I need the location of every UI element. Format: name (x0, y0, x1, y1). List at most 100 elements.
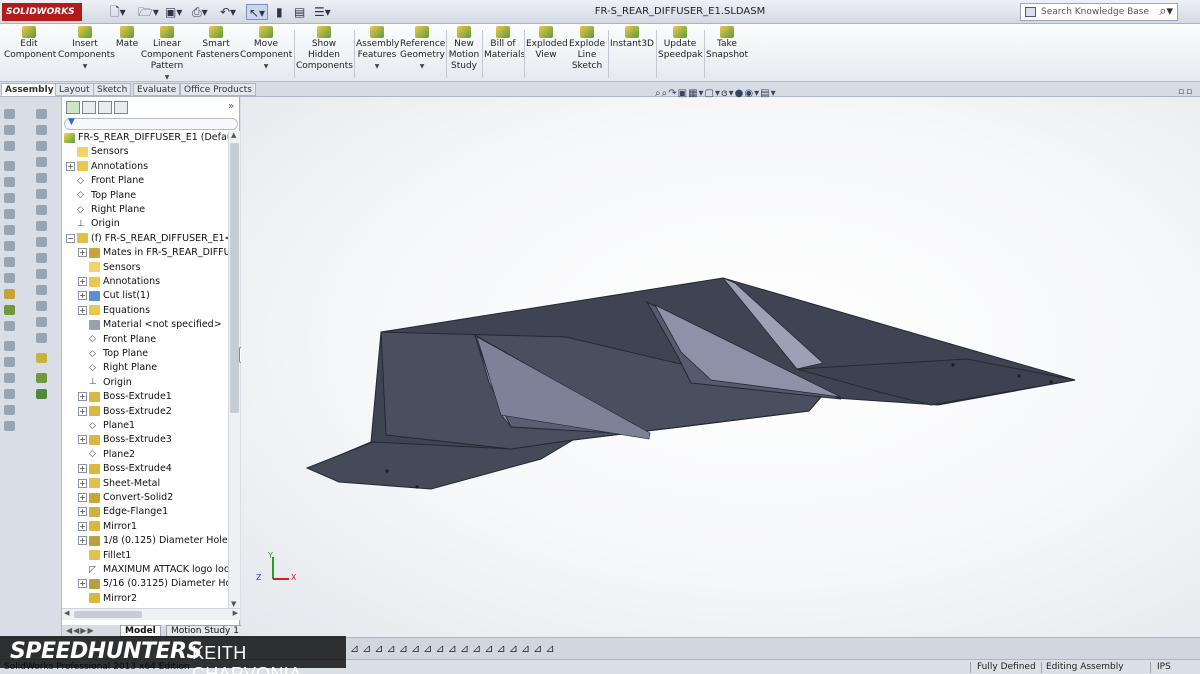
expand-icon[interactable]: + (78, 493, 87, 502)
tree-item[interactable]: + Boss-Extrude1 (78, 390, 172, 404)
tool-icon[interactable] (36, 317, 47, 327)
rebuild-icon[interactable]: ▮ (276, 4, 283, 20)
tool-icon[interactable] (36, 253, 47, 263)
tree-item[interactable]: ◇ Right Plane (66, 203, 145, 217)
options-icon[interactable]: ☰▾ (314, 4, 331, 20)
heads-up-view-toolbar[interactable]: ⌕⌕↷▣▦▾▢▾ɞ▾●◉▾▤▾ (655, 88, 777, 100)
configuration-tab-icon[interactable] (98, 101, 112, 114)
property-manager-tab-icon[interactable] (82, 101, 96, 114)
tree-item[interactable]: ◇ Top Plane (66, 189, 136, 203)
tree-horizontal-scrollbar[interactable]: ◀ ▶ (62, 608, 240, 620)
tool-icon[interactable] (36, 205, 47, 215)
tree-item[interactable]: ◇ Plane2 (78, 448, 135, 462)
sketch-tools-icon[interactable]: ⊿⊿⊿⊿⊿⊿⊿⊿⊿⊿⊿⊿⊿⊿⊿⊿⊿ (350, 642, 558, 655)
tool-icon[interactable] (4, 289, 15, 299)
tree-item[interactable]: + Equations (78, 304, 150, 318)
tool-icon[interactable] (36, 301, 47, 311)
assembly-features-button[interactable]: Assembly Features ▼ (356, 26, 399, 72)
tab-nav-arrows-icon[interactable]: ◀◀▶▶ (66, 626, 95, 635)
chevron-down-icon[interactable]: ▼ (58, 61, 112, 72)
tree-item[interactable]: + Convert-Solid2 (78, 491, 173, 505)
expand-icon[interactable]: + (78, 406, 87, 416)
instant3d-button[interactable]: Instant3D (610, 26, 654, 50)
tool-icon[interactable] (36, 373, 47, 383)
tool-icon[interactable] (4, 241, 15, 251)
save-icon[interactable]: ▣▾ (165, 4, 182, 20)
edit-appearance-icon[interactable]: ● (735, 88, 745, 99)
tool-icon[interactable] (36, 141, 47, 151)
tree-item[interactable]: + Cut list(1) (78, 289, 150, 303)
tree-item[interactable]: Fillet1 (78, 549, 131, 563)
tool-icon[interactable] (36, 189, 47, 199)
tool-icon[interactable] (4, 161, 15, 171)
tool-icon[interactable] (36, 389, 47, 399)
tab-assembly[interactable]: Assembly (1, 83, 58, 96)
tree-item[interactable]: +5/16 (0.3125) Diameter Hole (78, 577, 228, 591)
open-icon[interactable]: 🗁▾ (138, 4, 159, 20)
tool-icon[interactable] (4, 141, 15, 151)
insert-components-button[interactable]: Insert Components ▼ (58, 26, 115, 72)
tool-icon[interactable] (4, 209, 15, 219)
tree-item[interactable]: − (f) FR-S_REAR_DIFFUSER_E1<1> (66, 232, 228, 246)
chevron-down-icon[interactable]: ▼ (356, 61, 398, 72)
mate-button[interactable]: Mate (114, 26, 140, 50)
tool-icon[interactable] (36, 269, 47, 279)
move-component-button[interactable]: Move Component ▼ (240, 26, 292, 72)
tab-layout[interactable]: Layout (55, 83, 94, 96)
tree-item[interactable]: + Mirror1 (78, 520, 137, 534)
tool-icon[interactable] (4, 341, 15, 351)
search-icon[interactable]: ⌕▾ (1159, 4, 1173, 19)
expand-icon[interactable]: + (78, 536, 87, 546)
tree-item[interactable]: ⊥ Origin (66, 217, 120, 231)
expand-icon[interactable]: + (78, 291, 87, 301)
scroll-right-icon[interactable]: ▶ (233, 609, 238, 617)
tool-icon[interactable] (4, 405, 15, 415)
expand-icon[interactable]: + (78, 464, 87, 474)
section-view-icon[interactable]: ▣ (678, 88, 688, 99)
expand-icon[interactable]: + (78, 521, 87, 531)
tree-item[interactable]: + Mates in FR-S_REAR_DIFFUSE (78, 246, 228, 260)
graphics-area[interactable]: Y X Z (241, 97, 1200, 637)
tree-item[interactable]: ⊥ Origin (78, 376, 132, 390)
expand-icon[interactable]: + (78, 579, 87, 589)
tool-icon[interactable] (36, 237, 47, 247)
linear-pattern-button[interactable]: Linear Component Pattern ▼ (140, 26, 194, 83)
scroll-down-icon[interactable]: ▼ (231, 600, 236, 608)
tree-item[interactable]: ◇ Front Plane (78, 333, 156, 347)
tab-sketch[interactable]: Sketch (93, 83, 132, 96)
tree-item[interactable]: + Edge-Flange1 (78, 505, 168, 519)
expand-icon[interactable]: + (66, 161, 75, 171)
file-properties-icon[interactable]: ▤ (294, 4, 305, 20)
tree-item[interactable]: Material <not specified> (78, 318, 222, 332)
tool-icon[interactable] (4, 305, 15, 315)
tree-root[interactable]: FR-S_REAR_DIFFUSER_E1 (Default (64, 131, 228, 145)
chevron-down-icon[interactable]: ▼ (240, 61, 292, 72)
tree-item[interactable]: Mirror2 (78, 592, 137, 606)
update-speedpak-button[interactable]: Update Speedpak (658, 26, 703, 61)
tree-item[interactable]: + Annotations (66, 160, 148, 174)
chevron-down-icon[interactable]: ▼ (400, 61, 444, 72)
scroll-up-icon[interactable]: ▲ (231, 131, 236, 139)
expand-icon[interactable]: + (78, 277, 87, 286)
tool-icon[interactable] (4, 373, 15, 383)
tree-item[interactable]: ◸ MAXIMUM ATTACK logo loc (78, 563, 228, 577)
tool-icon[interactable] (4, 421, 15, 431)
tool-icon[interactable] (4, 357, 15, 367)
tree-item[interactable]: + Sheet-Metal (78, 477, 160, 491)
collapse-icon[interactable]: − (66, 233, 75, 243)
display-style-icon[interactable]: ▢▾ (705, 88, 721, 99)
tree-item[interactable]: + Boss-Extrude3 (78, 433, 172, 447)
explode-line-sketch-button[interactable]: Explode Line Sketch (568, 26, 606, 72)
tree-item[interactable]: ◇ Top Plane (78, 347, 148, 361)
undo-icon[interactable]: ↶▾ (220, 4, 236, 20)
tree-vertical-scrollbar[interactable]: ▲ ▼ (228, 131, 240, 608)
units-indicator[interactable]: IPS (1157, 660, 1171, 674)
display-manager-tab-icon[interactable] (114, 101, 128, 114)
scene-icon[interactable]: ◉▾ (744, 88, 760, 99)
new-motion-study-button[interactable]: New Motion Study (448, 26, 480, 72)
window-controls-icon[interactable]: ▫▫ (1178, 87, 1194, 97)
smart-fasteners-button[interactable]: Smart Fasteners (196, 26, 239, 61)
diffuser-model[interactable] (241, 97, 1200, 637)
tool-icon[interactable] (4, 225, 15, 235)
tree-item[interactable]: Sensors (66, 145, 129, 159)
